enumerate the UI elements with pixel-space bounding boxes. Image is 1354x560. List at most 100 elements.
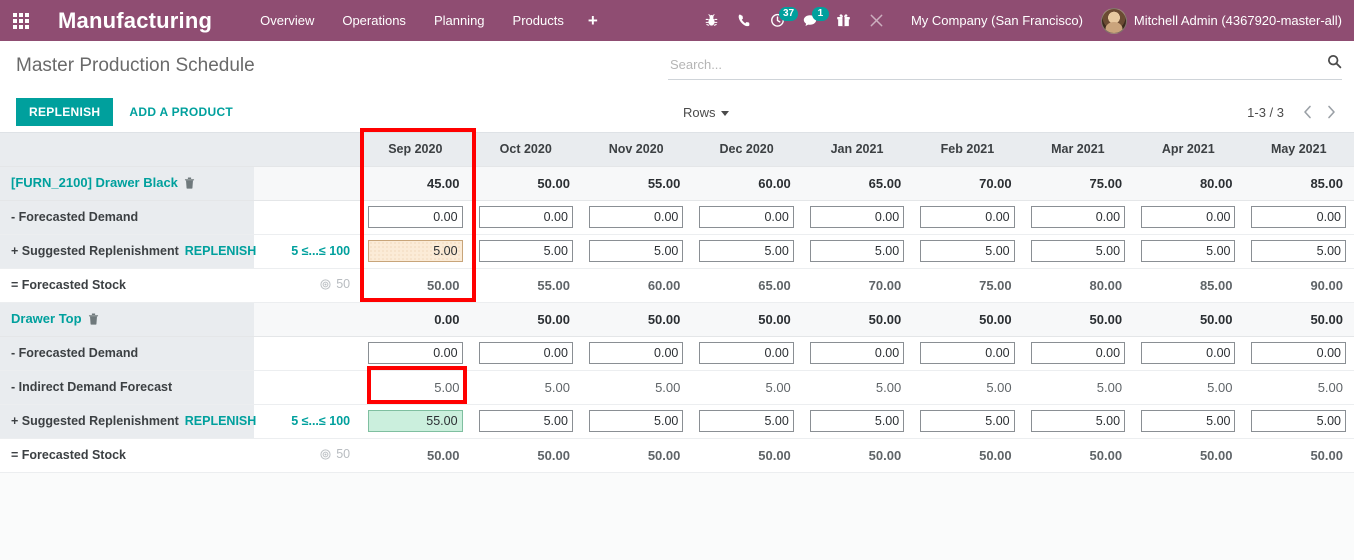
value-input[interactable]	[589, 410, 683, 432]
product-total-cell: 85.00	[1243, 166, 1354, 200]
value-input[interactable]	[810, 342, 904, 364]
developer-tools-icon[interactable]	[860, 0, 893, 41]
product-total-cell: 50.00	[1023, 302, 1133, 336]
activities-clock-icon[interactable]: 37	[761, 0, 794, 41]
bug-icon[interactable]	[695, 0, 728, 41]
value-input[interactable]	[810, 206, 904, 228]
value-input[interactable]	[920, 240, 1014, 262]
line-label-cell: = Forecasted Stock	[0, 438, 254, 472]
column-header-mar-2021[interactable]: Mar 2021	[1023, 133, 1133, 166]
value-input[interactable]	[699, 206, 793, 228]
column-header-feb-2021[interactable]: Feb 2021	[912, 133, 1022, 166]
product-total-cell: 50.00	[471, 166, 581, 200]
value-input[interactable]	[920, 410, 1014, 432]
value-cell: 5.00	[802, 370, 912, 404]
value-input[interactable]	[1031, 240, 1125, 262]
mps-table-area: Sep 2020Oct 2020Nov 2020Dec 2020Jan 2021…	[0, 133, 1354, 560]
value-input[interactable]	[589, 240, 683, 262]
value-input[interactable]	[368, 206, 462, 228]
value-cell	[912, 336, 1022, 370]
value-input[interactable]	[1141, 240, 1235, 262]
value-input[interactable]	[1251, 240, 1346, 262]
menu-planning[interactable]: Planning	[420, 0, 499, 41]
value-input[interactable]	[1251, 342, 1346, 364]
line-row-suggested-replenishment: + Suggested ReplenishmentREPLENISH5 ≤...…	[0, 404, 1354, 438]
product-total-cell: 50.00	[1133, 302, 1243, 336]
value-input[interactable]	[479, 410, 573, 432]
menu-products[interactable]: Products	[499, 0, 578, 41]
value-input[interactable]	[589, 342, 683, 364]
line-extra-value[interactable]: 5 ≤...≤ 100	[291, 414, 350, 428]
apps-grid-icon[interactable]	[0, 0, 42, 41]
column-header-oct-2020[interactable]: Oct 2020	[471, 133, 581, 166]
value-input[interactable]	[479, 342, 573, 364]
phone-icon[interactable]	[728, 0, 761, 41]
value-input[interactable]	[1031, 410, 1125, 432]
value-input[interactable]	[368, 240, 462, 262]
column-header-may-2021[interactable]: May 2021	[1243, 133, 1354, 166]
rows-dropdown[interactable]: Rows	[683, 105, 729, 120]
value-cell: 5.00	[1133, 370, 1243, 404]
value-input[interactable]	[699, 342, 793, 364]
chevron-right-icon[interactable]	[1320, 100, 1342, 124]
menu-overview[interactable]: Overview	[246, 0, 328, 41]
product-name-label: Drawer Top	[11, 311, 82, 326]
plus-icon[interactable]: +	[578, 0, 608, 41]
product-total-cell: 70.00	[912, 166, 1022, 200]
value-input[interactable]	[699, 240, 793, 262]
value-cell	[802, 200, 912, 234]
value-input[interactable]	[1251, 410, 1346, 432]
messages-chat-icon[interactable]: 1	[794, 0, 827, 41]
product-name-cell[interactable]: [FURN_2100] Drawer Black	[0, 166, 254, 200]
value-input[interactable]	[1141, 410, 1235, 432]
gift-box-icon[interactable]	[827, 0, 860, 41]
line-label: - Forecasted Demand	[11, 210, 138, 224]
value-input[interactable]	[368, 410, 462, 432]
search-input[interactable]	[668, 57, 1342, 75]
value-input[interactable]	[699, 410, 793, 432]
add-a-product-button[interactable]: ADD A PRODUCT	[119, 98, 243, 126]
column-header-apr-2021[interactable]: Apr 2021	[1133, 133, 1243, 166]
value-input[interactable]	[589, 206, 683, 228]
value-input[interactable]	[479, 240, 573, 262]
value-cell	[1243, 336, 1354, 370]
value-input[interactable]	[1031, 342, 1125, 364]
chevron-left-icon[interactable]	[1296, 100, 1318, 124]
column-header-sep-2020[interactable]: Sep 2020	[360, 133, 470, 166]
value-input[interactable]	[368, 342, 462, 364]
column-header-jan-2021[interactable]: Jan 2021	[802, 133, 912, 166]
value-cell	[581, 200, 691, 234]
value-input[interactable]	[920, 342, 1014, 364]
app-page: Manufacturing Overview Operations Planni…	[0, 0, 1354, 560]
search-icon[interactable]	[1327, 54, 1342, 74]
value-input[interactable]	[1031, 206, 1125, 228]
value-input[interactable]	[1141, 206, 1235, 228]
value-input[interactable]	[1141, 342, 1235, 364]
trash-icon[interactable]	[88, 313, 99, 328]
trash-icon[interactable]	[184, 177, 195, 192]
menu-operations[interactable]: Operations	[328, 0, 420, 41]
company-switcher[interactable]: My Company (San Francisco)	[893, 13, 1097, 28]
line-extra-cell: 50	[254, 438, 360, 472]
product-total-cell: 65.00	[802, 166, 912, 200]
value-input[interactable]	[479, 206, 573, 228]
value-input[interactable]	[1251, 206, 1346, 228]
value-input[interactable]	[810, 240, 904, 262]
line-label-cell: + Suggested ReplenishmentREPLENISH	[0, 234, 254, 268]
column-header-nov-2020[interactable]: Nov 2020	[581, 133, 691, 166]
value-cell	[581, 234, 691, 268]
value-cell	[471, 404, 581, 438]
product-name-cell[interactable]: Drawer Top	[0, 302, 254, 336]
value-input[interactable]	[810, 410, 904, 432]
product-extra-cell	[254, 302, 360, 336]
column-header-dec-2020[interactable]: Dec 2020	[691, 133, 801, 166]
line-row-forecasted-demand: - Forecasted Demand	[0, 200, 1354, 234]
line-extra-value[interactable]: 5 ≤...≤ 100	[291, 244, 350, 258]
value-cell	[1023, 234, 1133, 268]
row-replenish-link[interactable]: REPLENISH	[185, 414, 257, 428]
user-menu[interactable]: Mitchell Admin (4367920-master-all)	[1097, 8, 1342, 34]
replenish-button[interactable]: REPLENISH	[16, 98, 113, 126]
value-input[interactable]	[920, 206, 1014, 228]
value-cell: 50.00	[360, 268, 470, 302]
row-replenish-link[interactable]: REPLENISH	[185, 244, 257, 258]
